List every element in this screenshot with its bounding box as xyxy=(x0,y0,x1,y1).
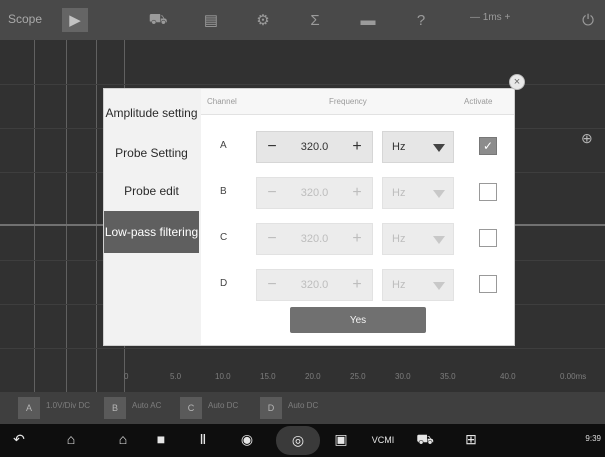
unit-value: Hz xyxy=(392,279,406,291)
channel-letter: D xyxy=(220,278,228,289)
confirm-button[interactable]: Yes xyxy=(290,307,426,333)
header-channel: Channel xyxy=(207,97,237,106)
frequency-stepper: − 320.0 + xyxy=(256,269,373,301)
stop-icon[interactable]: ■ xyxy=(150,431,172,447)
menu-item-low-pass-filtering[interactable]: Low-pass filtering xyxy=(104,211,199,253)
unit-value: Hz xyxy=(392,187,406,199)
table-header: Channel Frequency Activate xyxy=(201,89,514,115)
header-activate: Activate xyxy=(464,97,493,106)
settings-menu: Amplitude setting Probe Setting Probe ed… xyxy=(104,89,199,345)
unit-select[interactable]: Hz xyxy=(382,131,454,163)
decrement-button[interactable]: − xyxy=(257,230,287,248)
status-bar: 9:39 xyxy=(585,434,601,443)
decrement-button[interactable]: − xyxy=(257,184,287,202)
unit-select[interactable]: Hz xyxy=(382,177,454,209)
home-icon[interactable]: ⌂ xyxy=(60,431,82,447)
unit-select[interactable]: Hz xyxy=(382,269,454,301)
increment-button[interactable]: + xyxy=(342,138,372,156)
menu-item-probe-edit[interactable]: Probe edit xyxy=(104,175,199,207)
activate-checkbox[interactable] xyxy=(479,229,497,247)
menu-item-amplitude-setting[interactable]: Amplitude setting xyxy=(104,95,199,131)
pause-icon[interactable]: Ⅱ xyxy=(192,431,214,448)
activate-checkbox[interactable] xyxy=(479,275,497,293)
channel-letter: C xyxy=(220,232,228,243)
frequency-value[interactable]: 320.0 xyxy=(287,233,342,245)
chrome-icon[interactable]: ◉ xyxy=(236,431,258,448)
menu-item-probe-setting[interactable]: Probe Setting xyxy=(104,137,199,169)
vcmi-icon[interactable]: VCMI xyxy=(368,435,398,445)
increment-button[interactable]: + xyxy=(342,276,372,294)
caret-down-icon xyxy=(433,190,445,198)
activate-checkbox[interactable]: ✓ xyxy=(479,137,497,155)
caret-down-icon xyxy=(433,144,445,152)
frequency-stepper: − 320.0 + xyxy=(256,131,373,163)
network-icon[interactable]: ⊞ xyxy=(460,431,482,448)
channel-row-c: C − 320.0 + Hz xyxy=(201,219,514,259)
back-icon[interactable]: ↶ xyxy=(8,431,30,448)
frequency-value[interactable]: 320.0 xyxy=(287,141,342,153)
caret-down-icon xyxy=(433,282,445,290)
probe-settings-dialog: Amplitude setting Probe Setting Probe ed… xyxy=(103,88,515,346)
unit-value: Hz xyxy=(392,141,406,153)
record-icon[interactable]: ▣ xyxy=(330,431,352,448)
channel-letter: B xyxy=(220,186,227,197)
channel-row-b: B − 320.0 + Hz xyxy=(201,173,514,213)
channel-row-d: D − 320.0 + Hz xyxy=(201,265,514,305)
activate-checkbox[interactable] xyxy=(479,183,497,201)
increment-button[interactable]: + xyxy=(342,184,372,202)
close-icon[interactable]: × xyxy=(509,74,525,90)
channel-letter: A xyxy=(220,140,227,151)
decrement-button[interactable]: − xyxy=(257,276,287,294)
camera-button[interactable]: ◎ xyxy=(276,426,320,455)
decrement-button[interactable]: − xyxy=(257,138,287,156)
increment-button[interactable]: + xyxy=(342,230,372,248)
unit-select[interactable]: Hz xyxy=(382,223,454,255)
unit-value: Hz xyxy=(392,233,406,245)
frequency-stepper: − 320.0 + xyxy=(256,223,373,255)
camera-icon: ◎ xyxy=(291,432,305,448)
frequency-value[interactable]: 320.0 xyxy=(287,187,342,199)
caret-down-icon xyxy=(433,236,445,244)
house-icon[interactable]: ⌂ xyxy=(112,431,134,447)
channel-row-a: A − 320.0 + Hz ✓ xyxy=(201,127,514,167)
frequency-value[interactable]: 320.0 xyxy=(287,279,342,291)
vehicle-icon[interactable]: ⛟ xyxy=(414,431,436,450)
navigation-bar: ↶ ⌂ ⌂ ■ Ⅱ ◉ ◎ ▣ VCMI ⛟ ⊞ 9:39 xyxy=(0,424,605,457)
frequency-stepper: − 320.0 + xyxy=(256,177,373,209)
header-frequency: Frequency xyxy=(329,97,367,106)
